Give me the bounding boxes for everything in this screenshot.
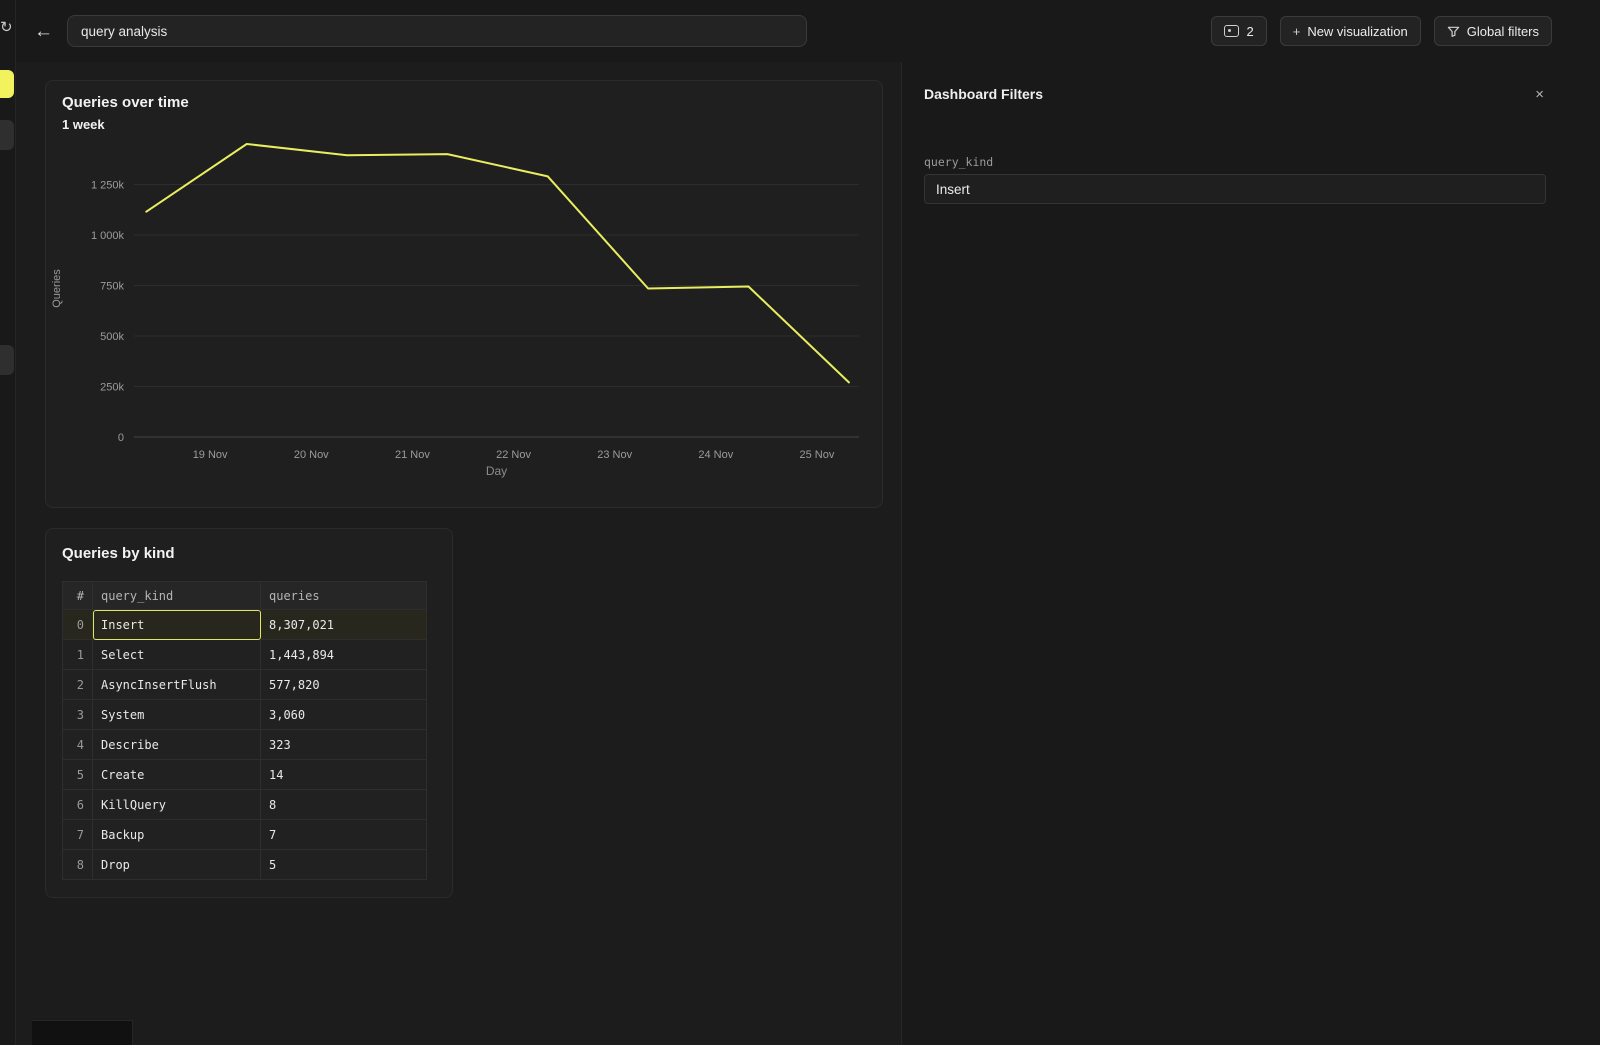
bottom-left-panel-edge [32,1020,133,1045]
table-row: 8Drop5 [63,850,427,880]
query-kind-cell[interactable]: Insert [93,610,261,640]
refresh-icon[interactable]: ↻ [0,20,13,35]
y-axis-tick-label: 0 [118,432,124,444]
filters-panel-title: Dashboard Filters [924,86,1043,102]
x-axis-tick-label: 25 Nov [800,449,835,461]
row-index-cell: 2 [63,670,93,700]
query-kind-filter-value: Insert [936,182,970,197]
queries-value-cell: 8,307,021 [261,610,427,640]
x-axis-tick-label: 23 Nov [597,449,632,461]
dashboard-title-value: query analysis [81,24,167,39]
queries-value-cell: 5 [261,850,427,880]
row-index-cell: 5 [63,760,93,790]
query-kind-cell[interactable]: KillQuery [93,790,261,820]
row-index-cell: 8 [63,850,93,880]
close-icon: × [1535,86,1544,103]
visualization-count-value: 2 [1246,24,1253,39]
row-index-cell: 3 [63,700,93,730]
y-axis-label: Queries [51,269,63,308]
queries-value-cell: 1,443,894 [261,640,427,670]
column-header-queries: queries [261,582,427,610]
table-row: 0Insert8,307,021 [63,610,427,640]
x-axis-tick-label: 20 Nov [294,449,329,461]
global-filters-button[interactable]: Global filters [1434,16,1552,46]
query-kind-cell[interactable]: Backup [93,820,261,850]
table-title: Queries by kind [62,545,175,562]
table-row: 7Backup7 [63,820,427,850]
query-kind-cell[interactable]: Describe [93,730,261,760]
dashboard-filters-panel: Dashboard Filters × query_kind Insert [901,62,1600,1045]
query-kind-cell[interactable]: System [93,700,261,730]
queries-by-kind-table: #query_kindqueries 0Insert8,307,0211Sele… [62,581,427,880]
table-row: 5Create14 [63,760,427,790]
row-index-cell: 0 [63,610,93,640]
chart-title: Queries over time [62,94,189,111]
visualization-count-button[interactable]: 2 [1211,16,1266,46]
queries-value-cell: 8 [261,790,427,820]
filters-panel-header: Dashboard Filters × [924,86,1544,102]
left-sidebar: ↻ [0,0,16,1045]
y-axis-tick-label: 750k [100,280,124,292]
queries-series-line [146,144,849,382]
column-header-query_kind: query_kind [93,582,261,610]
close-button[interactable]: × [1535,87,1544,102]
chart-card-queries-over-time: Queries over time 1 week 0250k500k750k1 … [45,80,883,508]
column-header-index: # [63,582,93,610]
plus-icon: + [1293,24,1301,39]
back-button[interactable]: ← [34,22,53,41]
main-content: Queries over time 1 week 0250k500k750k1 … [16,62,901,1045]
dashboard-title-input[interactable]: query analysis [67,15,807,47]
queries-value-cell: 7 [261,820,427,850]
query-kind-cell[interactable]: Drop [93,850,261,880]
query-kind-cell[interactable]: Select [93,640,261,670]
x-axis-label: Day [486,464,507,478]
table-card-queries-by-kind: Queries by kind #query_kindqueries 0Inse… [45,528,453,898]
x-axis-tick-label: 22 Nov [496,449,531,461]
y-axis-tick-label: 500k [100,331,124,343]
queries-value-cell: 577,820 [261,670,427,700]
x-axis-tick-label: 24 Nov [698,449,733,461]
new-visualization-button[interactable]: + New visualization [1280,16,1421,46]
sidebar-item-active[interactable] [0,70,14,98]
queries-value-cell: 323 [261,730,427,760]
y-axis-tick-label: 1 250k [91,179,125,191]
filter-field-label: query_kind [924,155,993,169]
app-root: ↻ ← query analysis 2 + New visualization [0,0,1600,1045]
back-arrow-icon: ← [34,21,53,42]
queries-value-cell: 14 [261,760,427,790]
global-filters-label: Global filters [1467,24,1539,39]
query-kind-filter-input[interactable]: Insert [924,174,1546,204]
table-header-row: #query_kindqueries [63,582,427,610]
sidebar-item[interactable] [0,120,14,150]
x-axis-tick-label: 21 Nov [395,449,430,461]
line-chart[interactable]: 0 250k 500k 750k 1 000k 1 250k 19 Nov 20 Nov 21 … [46,125,876,495]
row-index-cell: 1 [63,640,93,670]
table-row: 3System3,060 [63,700,427,730]
queries-value-cell: 3,060 [261,700,427,730]
table-row: 4Describe323 [63,730,427,760]
y-axis-tick-label: 250k [100,381,124,393]
topbar: ← query analysis 2 + New visualization G… [16,0,1600,62]
sidebar-item[interactable] [0,345,14,375]
y-axis-tick-label: 1 000k [91,230,125,242]
row-index-cell: 4 [63,730,93,760]
funnel-icon [1447,25,1460,38]
row-index-cell: 6 [63,790,93,820]
visualization-count-icon [1224,25,1239,37]
x-axis-tick-label: 19 Nov [193,449,228,461]
query-kind-cell[interactable]: Create [93,760,261,790]
table-row: 6KillQuery8 [63,790,427,820]
table-row: 2AsyncInsertFlush577,820 [63,670,427,700]
table-row: 1Select1,443,894 [63,640,427,670]
new-visualization-label: New visualization [1307,24,1407,39]
row-index-cell: 7 [63,820,93,850]
query-kind-cell[interactable]: AsyncInsertFlush [93,670,261,700]
